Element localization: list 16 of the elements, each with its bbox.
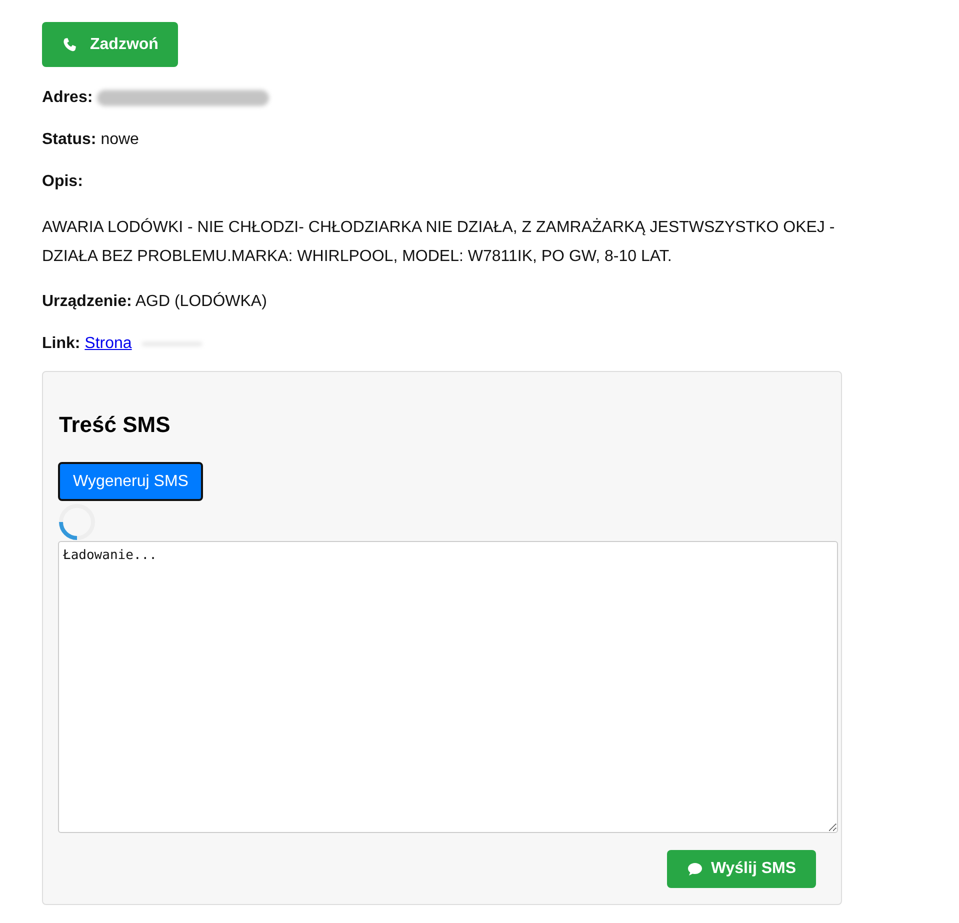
field-label: Opis: — [42, 173, 83, 190]
field-label: Adres: — [42, 89, 93, 106]
field-value: AGD (LODÓWKA) — [135, 293, 267, 310]
field-label: Link: — [42, 335, 80, 352]
call-button[interactable]: Zadzwoń — [42, 22, 178, 67]
description-text: AWARIA LODÓWKI - NIE CHŁODZI- CHŁODZIARKA NIE DZIAŁA, Z ZAMRAŻARKĄ JESTWSZYSTKO OKEJ - DZIAŁA BEZ PROBLEMU.MARKA: WHIRLPOOL, MODEL: W7811IK, PO GW, 8-10 LAT. — [42, 217, 836, 267]
phone-icon — [62, 36, 78, 52]
send-sms-button[interactable]: Wyślij SMS — [666, 850, 816, 888]
generate-button[interactable]: Wygeneruj SMS — [58, 462, 204, 501]
panel-title: Treść SMS — [59, 412, 172, 438]
field-label: Urządzenie: — [42, 293, 132, 310]
page-link[interactable]: Strona — [84, 335, 132, 352]
field-label: Status: — [42, 131, 96, 148]
message-field[interactable]: Ładowanie... — [58, 541, 838, 833]
field-value: nowe — [100, 131, 139, 148]
chat-bubble-icon — [686, 861, 703, 877]
